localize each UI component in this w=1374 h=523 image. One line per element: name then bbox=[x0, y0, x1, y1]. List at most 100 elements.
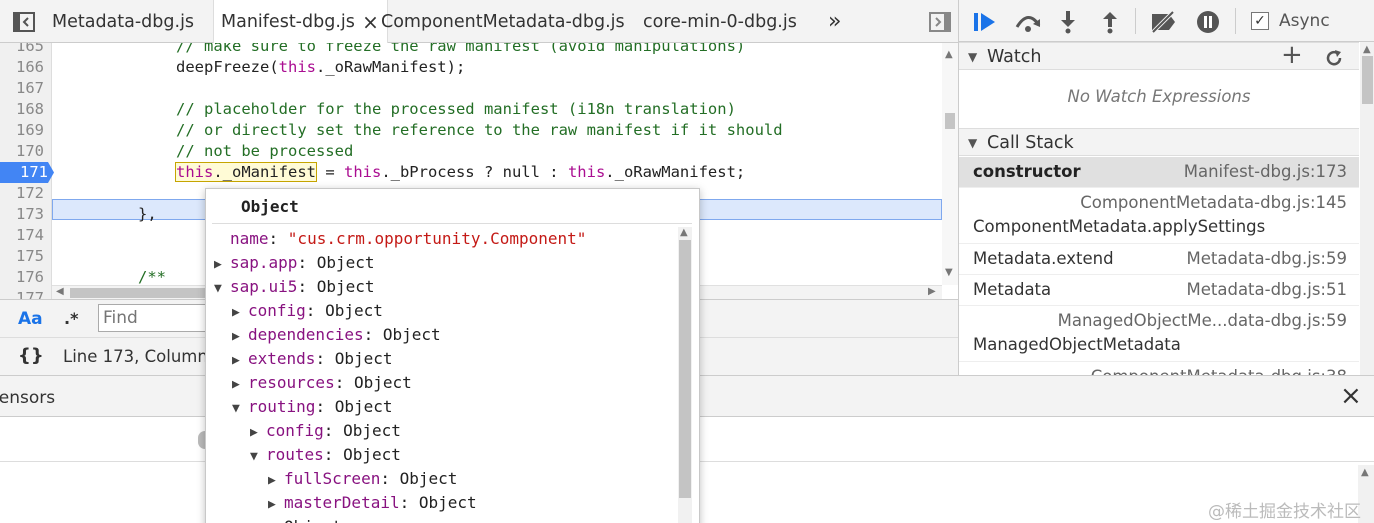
expand-triangle-icon[interactable]: ▶ bbox=[268, 493, 284, 517]
tab-metadata-dbg[interactable]: Metadata-dbg.js bbox=[52, 0, 194, 43]
step-out-icon[interactable] bbox=[1099, 9, 1121, 35]
line-number[interactable]: 173 bbox=[0, 204, 50, 225]
tab-core-min-dbg[interactable]: core-min-0-dbg.js bbox=[643, 0, 797, 43]
more-tabs-icon[interactable]: » bbox=[828, 0, 841, 43]
expand-callstack-icon: ▼ bbox=[968, 136, 978, 150]
line-number[interactable]: 176 bbox=[0, 267, 50, 288]
line-number[interactable]: 177 bbox=[0, 288, 50, 299]
pretty-print-button[interactable]: {} bbox=[18, 345, 44, 366]
line-number[interactable]: 172 bbox=[0, 183, 50, 204]
object-property-row[interactable]: ▶ config: Object bbox=[250, 419, 401, 443]
toggle-debugger-sidebar-icon[interactable] bbox=[928, 10, 952, 34]
property-value: Object bbox=[353, 373, 412, 392]
editor-vertical-scrollbar[interactable]: ▲ ▼ bbox=[942, 43, 958, 285]
sidebar-scrollbar[interactable]: ▲ bbox=[1360, 42, 1374, 375]
object-property-row[interactable]: ▼ routes: Object bbox=[250, 443, 401, 467]
object-property-row[interactable]: ▼ routing: Object bbox=[232, 395, 393, 419]
expand-triangle-icon[interactable]: ▶ bbox=[214, 253, 230, 277]
callstack-frame[interactable]: Manifest-dbg.js:173 constructor bbox=[959, 157, 1359, 188]
frame-location: ComponentMetadata-dbg.js:145 bbox=[1080, 193, 1347, 212]
devtools-window: Metadata-dbg.js Manifest-dbg.js × Compon… bbox=[0, 0, 1374, 523]
callstack-frame[interactable]: ComponentMetadata-dbg.js:145 ComponentMet… bbox=[959, 188, 1359, 244]
property-key: routes bbox=[266, 445, 324, 464]
object-property-row[interactable]: ▶ extends: Object bbox=[232, 347, 393, 371]
step-into-icon[interactable] bbox=[1057, 9, 1079, 35]
callstack-frame[interactable]: ComponentMetadata-dbg.js:38 bbox=[959, 362, 1359, 375]
frame-location: Metadata-dbg.js:59 bbox=[1186, 249, 1348, 268]
collapse-triangle-icon[interactable]: ▼ bbox=[250, 445, 266, 469]
drawer-tab-sensors[interactable]: Sensors bbox=[0, 388, 55, 408]
object-property-row[interactable]: ▶Object bbox=[268, 515, 342, 523]
line-number[interactable]: 165 bbox=[0, 43, 50, 57]
match-case-button[interactable]: Aa bbox=[18, 309, 43, 329]
callstack-section-header[interactable]: ▼ Call Stack bbox=[959, 128, 1359, 156]
object-property-row[interactable]: ▶ fullScreen: Object bbox=[268, 467, 457, 491]
callstack-frame[interactable]: Metadata-dbg.js:51 Metadata bbox=[959, 275, 1359, 306]
tab-manifest-dbg[interactable]: Manifest-dbg.js × bbox=[213, 0, 388, 44]
expand-triangle-icon[interactable]: ▶ bbox=[232, 349, 248, 373]
async-checkbox[interactable]: ✓ bbox=[1251, 12, 1269, 30]
watch-section-header[interactable]: ▼ Watch + bbox=[959, 41, 1359, 70]
debugger-toolbar: ✓ Async bbox=[959, 0, 1374, 42]
line-number[interactable]: 174 bbox=[0, 225, 50, 246]
popover-divider bbox=[212, 223, 692, 224]
expand-triangle-icon[interactable]: ▶ bbox=[268, 517, 284, 523]
code-line: // not be processed bbox=[176, 142, 354, 160]
toggle-navigator-icon[interactable] bbox=[12, 10, 36, 34]
close-drawer-icon[interactable]: × bbox=[1340, 381, 1362, 411]
cursor-position: Line 173, Column bbox=[63, 347, 208, 366]
object-property-row[interactable]: ▶ resources: Object bbox=[232, 371, 412, 395]
property-key: config bbox=[248, 301, 306, 320]
find-input[interactable] bbox=[98, 304, 218, 332]
callstack-frame[interactable]: Metadata-dbg.js:59 Metadata.extend bbox=[959, 244, 1359, 275]
object-property-row[interactable]: ▶ config: Object bbox=[232, 299, 383, 323]
close-tab-icon[interactable]: × bbox=[362, 0, 379, 44]
pause-on-exceptions-icon[interactable] bbox=[1195, 9, 1221, 35]
callstack-frame[interactable]: ManagedObjectMe...data-dbg.js:59 ManagedO… bbox=[959, 306, 1359, 362]
object-property-row[interactable]: ▶ masterDetail: Object bbox=[268, 491, 477, 515]
property-value: Object bbox=[284, 517, 342, 523]
expand-triangle-icon[interactable]: ▶ bbox=[232, 301, 248, 325]
line-number[interactable]: 175 bbox=[0, 246, 50, 267]
deactivate-breakpoints-icon[interactable] bbox=[1149, 9, 1179, 35]
code-line: }, bbox=[138, 205, 157, 223]
popover-scrollbar[interactable]: ▲ bbox=[678, 227, 692, 523]
collapse-triangle-icon[interactable]: ▼ bbox=[214, 277, 230, 301]
object-property-row[interactable]: ▶ sap.app: Object bbox=[214, 251, 375, 275]
tab-componentmetadata-dbg[interactable]: ComponentMetadata-dbg.js bbox=[381, 0, 625, 43]
sidebar-scroll-thumb[interactable] bbox=[1362, 56, 1373, 104]
frame-location: Metadata-dbg.js:51 bbox=[1186, 280, 1348, 299]
breakpoint-line-number[interactable]: 171 bbox=[0, 162, 54, 183]
editor-tab-bar: Metadata-dbg.js Manifest-dbg.js × Compon… bbox=[0, 0, 958, 44]
expand-triangle-icon[interactable]: ▶ bbox=[268, 469, 284, 493]
add-watch-icon[interactable]: + bbox=[1281, 41, 1303, 69]
frame-location: ManagedObjectMe...data-dbg.js:59 bbox=[1057, 311, 1347, 330]
debugger-sidebar: ✓ Async ▼ Watch + No Watch Expressions ▼… bbox=[958, 0, 1374, 375]
collapse-triangle-icon[interactable]: ▼ bbox=[232, 397, 248, 421]
expand-triangle-icon[interactable]: ▶ bbox=[250, 421, 266, 445]
expand-triangle-icon[interactable]: ▶ bbox=[232, 373, 248, 397]
object-preview-popover[interactable]: Object name: "cus.crm.opportunity.Compon… bbox=[205, 188, 700, 523]
frame-location: ComponentMetadata-dbg.js:38 bbox=[1091, 367, 1347, 375]
step-over-icon[interactable] bbox=[1013, 9, 1043, 35]
line-number[interactable]: 170 bbox=[0, 141, 50, 162]
property-key: fullScreen bbox=[284, 469, 381, 488]
expand-triangle-icon[interactable]: ▶ bbox=[232, 325, 248, 349]
line-number[interactable]: 166 bbox=[0, 57, 50, 78]
editor-scroll-thumb[interactable] bbox=[945, 113, 955, 129]
resume-icon[interactable] bbox=[973, 9, 999, 35]
line-number[interactable]: 167 bbox=[0, 78, 50, 99]
object-property-row: name: "cus.crm.opportunity.Component" bbox=[230, 229, 587, 248]
object-property-row[interactable]: ▶ dependencies: Object bbox=[232, 323, 441, 347]
regex-button[interactable]: .* bbox=[64, 309, 78, 328]
expand-watch-icon: ▼ bbox=[968, 50, 978, 64]
popover-scroll-thumb[interactable] bbox=[679, 240, 691, 498]
hovered-expression[interactable]: this._oManifest bbox=[175, 162, 317, 182]
frame-location: Manifest-dbg.js:173 bbox=[1183, 162, 1347, 181]
object-property-row[interactable]: ▼ sap.ui5: Object bbox=[214, 275, 375, 299]
property-value: Object bbox=[334, 349, 393, 368]
property-value: Object bbox=[325, 301, 383, 320]
line-number[interactable]: 168 bbox=[0, 99, 50, 120]
line-number[interactable]: 169 bbox=[0, 120, 50, 141]
code-line: deepFreeze(this._oRawManifest); bbox=[176, 58, 466, 76]
